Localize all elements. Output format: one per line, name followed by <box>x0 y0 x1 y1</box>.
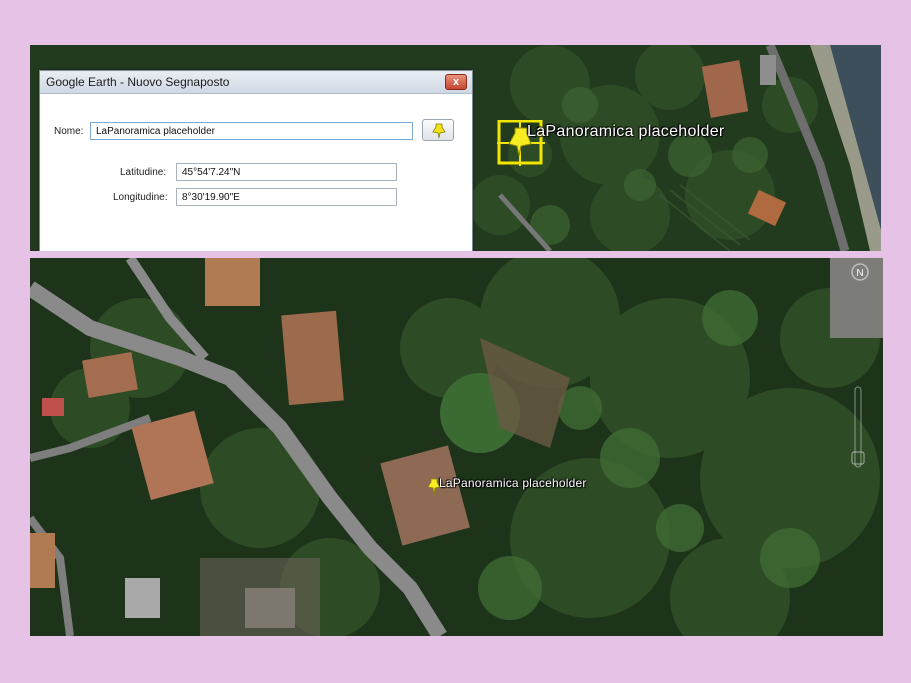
dialog-title: Google Earth - Nuovo Segnaposto <box>46 75 230 89</box>
latitude-input[interactable]: 45°54'7.24"N <box>176 163 397 181</box>
placemark-icon-button[interactable] <box>422 119 454 141</box>
zoom-slider[interactable] <box>846 382 870 472</box>
longitude-label: Longitudine: <box>113 192 168 203</box>
compass-north-icon[interactable]: N <box>850 262 870 282</box>
placemark-label[interactable]: LaPanoramica placeholder <box>527 123 725 141</box>
compass-label: N <box>856 268 863 279</box>
top-map-view[interactable]: LaPanoramica placeholder Google Earth - … <box>30 45 881 251</box>
bottom-map-view[interactable]: LaPanoramica placeholder N <box>30 258 883 636</box>
pushpin-icon <box>432 123 446 139</box>
name-input[interactable]: LaPanoramica placeholder <box>90 122 413 140</box>
latitude-label: Latitudine: <box>120 167 167 178</box>
longitude-input[interactable]: 8°30'19.90"E <box>176 188 397 206</box>
satellite-imagery-bottom <box>30 258 883 636</box>
name-label: Nome: <box>54 126 84 137</box>
dialog-titlebar[interactable]: Google Earth - Nuovo Segnaposto x <box>40 71 472 94</box>
placemark-label[interactable]: LaPanoramica placeholder <box>439 476 587 490</box>
close-button[interactable]: x <box>445 74 467 90</box>
new-placemark-dialog: Google Earth - Nuovo Segnaposto x Nome: … <box>39 70 473 251</box>
